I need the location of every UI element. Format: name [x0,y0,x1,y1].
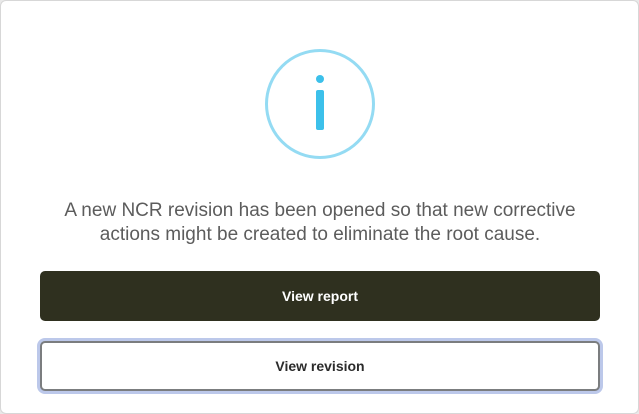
view-report-button[interactable]: View report [40,271,600,321]
info-icon-stem [316,90,324,130]
dialog-message-line-2: actions might be created to eliminate th… [99,224,541,245]
info-dialog: A new NCR revision has been opened so th… [0,0,639,414]
info-icon [265,49,375,159]
view-revision-button[interactable]: View revision [40,341,600,391]
dialog-message-line-1: A new NCR revision has been opened so th… [64,200,576,221]
info-icon-dot [316,75,324,83]
dialog-message: A new NCR revision has been opened so th… [31,199,609,247]
